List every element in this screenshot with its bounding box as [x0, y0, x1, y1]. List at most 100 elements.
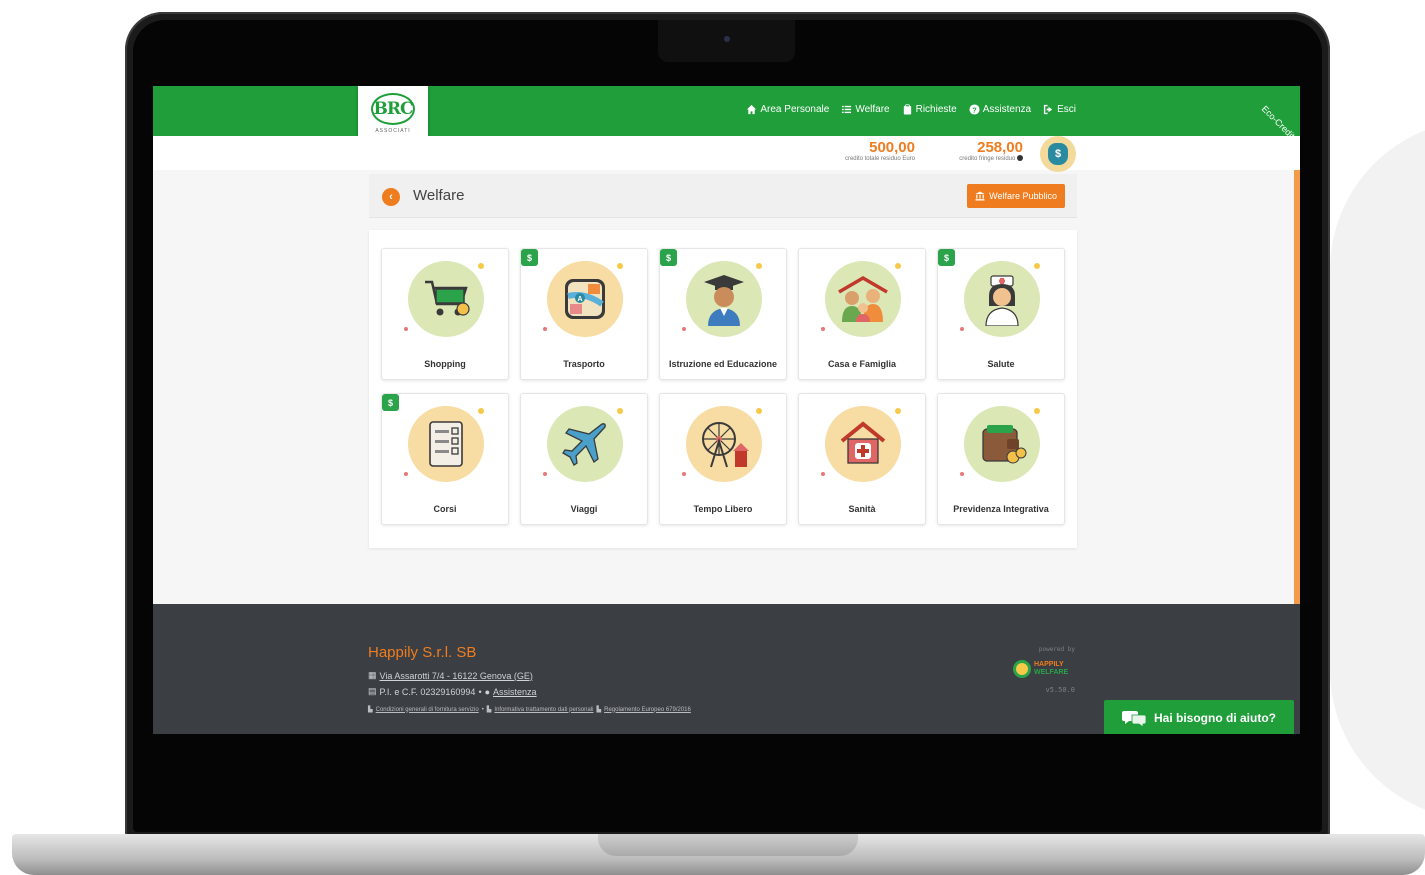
category-card-shopping[interactable]: Shopping [381, 248, 509, 380]
clipboard-icon [903, 104, 911, 115]
sparkle [821, 327, 825, 331]
help-chat-button[interactable]: Hai bisogno di aiuto? [1104, 700, 1294, 734]
category-label: Trasporto [563, 359, 605, 369]
category-card-sanita[interactable]: Sanità [798, 393, 926, 525]
main-nav: Area Personale Welfare Richieste ? Assis… [746, 104, 1076, 115]
sparkle [1034, 408, 1040, 414]
category-card-istruzione[interactable]: $ Istruzione ed Educazione [659, 248, 787, 380]
sparkle [960, 327, 964, 331]
credit-total-label: credito totale residuo Euro [844, 156, 915, 162]
hospital-icon [825, 406, 901, 482]
sparkle [404, 472, 408, 476]
welfare-pubblico-button[interactable]: Welfare Pubblico [967, 184, 1065, 208]
privacy-link[interactable]: Informativa trattamento dati personali [494, 707, 593, 713]
wallet-icon [964, 406, 1040, 482]
category-label: Istruzione ed Educazione [668, 359, 778, 369]
category-card-casa-famiglia[interactable]: Casa e Famiglia [798, 248, 926, 380]
map-icon: A [547, 261, 623, 337]
bullet-separator: • [478, 686, 482, 697]
credit-fringe-label: credito fringe residuo [927, 155, 1023, 164]
sparkle [682, 327, 686, 331]
background-shape [1330, 120, 1425, 820]
address-link[interactable]: Via Assarotti 7/4 - 16122 Genova (GE) [380, 671, 533, 681]
gdpr-link[interactable]: Regolamento Europeo 679/2016 [604, 707, 691, 713]
eco-badge-icon: $ [521, 249, 538, 266]
airplane-icon [547, 406, 623, 482]
sparkle [895, 408, 901, 414]
footer-legal-links: ▙ Condizioni generali di fornitura servi… [368, 706, 691, 714]
category-card-viaggi[interactable]: Viaggi [520, 393, 648, 525]
back-button[interactable]: ‹ [382, 188, 400, 206]
list-icon [842, 105, 852, 114]
app-version: v5.50.0 [1045, 686, 1075, 694]
home-icon [747, 104, 757, 115]
welfare-pubblico-label: Welfare Pubblico [989, 191, 1057, 201]
category-card-trasporto[interactable]: $ A Trasporto [520, 248, 648, 380]
top-navbar: BRC ASSOCIATI Area Personale Welfare Ric… [153, 86, 1300, 181]
sparkle [756, 263, 762, 269]
happily-welfare-logo[interactable]: HAPPILY WELFARE [1013, 660, 1068, 678]
svg-text:?: ? [972, 105, 977, 114]
nav-label: Welfare [855, 104, 890, 115]
brand-bottom: WELFARE [1034, 669, 1069, 676]
brand-top: HAPPILY [1034, 661, 1064, 668]
ferris-wheel-icon [686, 406, 762, 482]
category-label: Shopping [424, 359, 466, 369]
conditions-link[interactable]: Condizioni generali di fornitura servizi… [376, 707, 479, 713]
company-name: Happily S.r.l. SB [368, 644, 477, 661]
sparkle [821, 472, 825, 476]
footer-vat: ▤ P.I. e C.F. 02329160994 • ● Assistenza [368, 686, 537, 697]
credit-total: 500,00 credito totale residuo Euro [813, 140, 915, 164]
category-card-salute[interactable]: $ Salute [937, 248, 1065, 380]
pdf-icon: ▙ [368, 707, 373, 713]
sparkle [756, 408, 762, 414]
camera-icon [724, 36, 730, 42]
info-icon[interactable] [1017, 155, 1023, 162]
footer-address[interactable]: ▦ Via Assarotti 7/4 - 16122 Genova (GE) [368, 670, 533, 681]
logo-subtitle: ASSOCIATI [375, 127, 411, 134]
question-icon: ● [484, 686, 491, 697]
brand-logo[interactable]: BRC ASSOCIATI [358, 86, 428, 140]
category-card-corsi[interactable]: $ Corsi [381, 393, 509, 525]
sparkle [1034, 263, 1040, 269]
sparkle [404, 327, 408, 331]
credit-bar: 500,00 credito totale residuo Euro 258,0… [153, 136, 1300, 170]
pdf-icon: ▙ [596, 707, 602, 713]
help-label: Hai bisogno di aiuto? [1154, 711, 1276, 725]
category-label: Tempo Libero [693, 504, 753, 514]
chat-icon [1122, 711, 1146, 727]
category-label: Casa e Famiglia [827, 359, 897, 369]
side-accent-rail [1294, 168, 1300, 604]
checklist-icon [408, 406, 484, 482]
nav-assistenza[interactable]: ? Assistenza [969, 104, 1031, 115]
category-card-tempo-libero[interactable]: Tempo Libero [659, 393, 787, 525]
sparkle [682, 472, 686, 476]
sparkle [895, 263, 901, 269]
eco-badge-icon: $ [660, 249, 677, 266]
pdf-icon: ▙ [486, 707, 492, 713]
assistenza-link[interactable]: Assistenza [493, 687, 537, 697]
category-label: Previdenza Integrativa [953, 504, 1049, 514]
eco-badge-icon: $ [938, 249, 955, 266]
nav-welfare[interactable]: Welfare [841, 104, 890, 115]
family-icon [825, 261, 901, 337]
sparkle [478, 263, 484, 269]
sparkle [617, 263, 623, 269]
nav-label: Assistenza [982, 104, 1032, 115]
nav-richieste[interactable]: Richieste [902, 104, 957, 115]
nav-esci[interactable]: Esci [1043, 104, 1076, 115]
sparkle [543, 472, 547, 476]
credit-fringe-label-text: credito fringe residuo [959, 156, 1016, 162]
category-card-previdenza[interactable]: Previdenza Integrativa [937, 393, 1065, 525]
bullet-separator: • [481, 706, 484, 713]
shopping-cart-icon [408, 261, 484, 337]
page-title: Welfare [413, 187, 465, 204]
credit-fringe-amount: 258,00 [977, 139, 1023, 156]
stage: BRC ASSOCIATI Area Personale Welfare Ric… [0, 0, 1425, 875]
nav-area-personale[interactable]: Area Personale [746, 104, 829, 115]
money-bag-icon: $ [1040, 136, 1076, 172]
screen: BRC ASSOCIATI Area Personale Welfare Ric… [153, 86, 1300, 734]
graduate-icon [686, 261, 762, 337]
credit-fringe: 258,00 credito fringe residuo [927, 140, 1023, 164]
bag-symbol: $ [1048, 143, 1068, 165]
